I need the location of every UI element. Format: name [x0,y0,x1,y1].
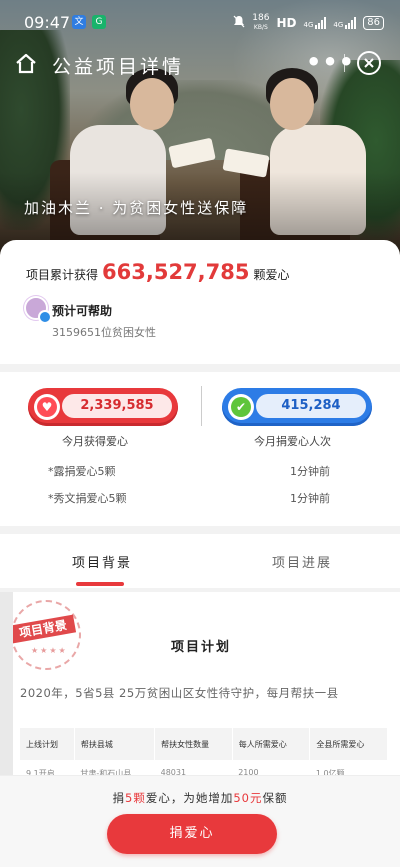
total-hearts-value: 663,527,785 [102,260,250,284]
donors-caption: 今月捐爱心人次 [254,435,331,448]
bottom-action-bar: 捐5颗爱心，为她增加50元保额 捐爱心 [0,775,400,867]
monthly-stats: ♥ 2,339,585 ✔ 415,284 今月获得爱心 今月捐爱心人次 *露捐… [0,372,400,526]
tab-active-indicator [76,582,124,586]
hd-indicator: HD [276,16,297,30]
plan-left-bar [0,592,13,792]
table-header-row: 上线计划 帮扶县城 帮扶女性数量 每人所需爱心 全县所需爱心 [20,728,388,760]
net-speed: 186 KB/S [252,13,270,32]
help-label: 预计可帮助 [52,304,113,318]
table-header: 帮扶县城 [74,728,156,760]
avatar-badge [38,310,52,324]
feed-donor: *秀文捐爱心5颗 [48,492,127,505]
hero-caption: 加油木兰 · 为贫困女性送保障 [24,199,249,217]
received-hearts-pill: ♥ 2,339,585 [28,388,178,426]
donate-button[interactable]: 捐爱心 [107,814,277,854]
tab-bar: 项目背景 项目进展 [0,534,400,588]
tip-hearts: 5颗 [125,791,146,805]
received-hearts-value: 2,339,585 [62,394,172,418]
status-bar: 09:47 文 G 186 KB/S HD 4G 4G 86 [0,0,400,44]
feed-time: 1分钟前 [290,465,330,478]
received-caption: 今月获得爱心 [62,435,128,448]
heart-icon: ♥ [34,394,60,420]
tab-background[interactable]: 项目背景 [72,552,132,571]
donors-value: 415,284 [256,394,366,418]
total-suffix: 颗爱心 [253,268,290,282]
status-time: 09:47 [24,13,71,32]
plan-description: 2020年，5省5县 25万贫困山区女性待守护，每月帮扶一县 [20,686,339,700]
avatar [24,296,52,324]
donate-tip: 捐5颗爱心，为她增加50元保额 [0,790,400,806]
table-header: 每人所需爱心 [232,728,311,760]
bell-off-icon [233,15,245,31]
table-header: 上线计划 [20,728,75,760]
close-icon[interactable] [356,50,382,76]
donors-pill: ✔ 415,284 [222,388,372,426]
page-title: 公益项目详情 [52,56,185,78]
project-plan: 项目背景 ★★★★ 项目计划 2020年，5省5县 25万贫困山区女性待守护，每… [13,592,400,792]
plan-table: 上线计划 帮扶县城 帮扶女性数量 每人所需爱心 全县所需爱心 9.1开启 甘肃-… [20,728,388,782]
battery-indicator: 86 [363,16,384,30]
g-app-icon: G [92,15,106,29]
tip-amount: 50元 [233,791,263,805]
feed-time: 1分钟前 [290,492,330,505]
home-icon[interactable] [14,52,38,76]
total-hearts-row: 项目累计获得 663,527,785 颗爱心 [26,260,290,284]
tab-progress[interactable]: 项目进展 [272,552,332,571]
tip-suffix: 保额 [262,791,288,805]
table-header: 全县所需爱心 [309,728,388,760]
help-count: 3159651位贫困女性 [52,326,156,339]
plan-title: 项目计划 [171,640,232,655]
check-icon: ✔ [228,394,254,420]
signal-2: 4G [333,17,357,29]
summary-card: 项目累计获得 663,527,785 颗爱心 预计可帮助 3159651位贫困女… [0,240,400,364]
translate-app-icon: 文 [72,15,86,29]
tip-mid: 爱心，为她增加 [145,791,234,805]
total-prefix: 项目累计获得 [26,268,99,282]
tip-prefix: 捐 [112,791,126,805]
stats-divider [201,386,202,426]
table-header: 帮扶女性数量 [154,728,233,760]
nav-divider [344,54,345,72]
nav-bar: 公益项目详情 ••• [0,44,400,84]
more-icon[interactable]: ••• [306,48,355,76]
feed-donor: *露捐爱心5颗 [48,465,116,478]
stamp-stars: ★★★★ [31,646,68,655]
signal-1: 4G [303,17,327,29]
